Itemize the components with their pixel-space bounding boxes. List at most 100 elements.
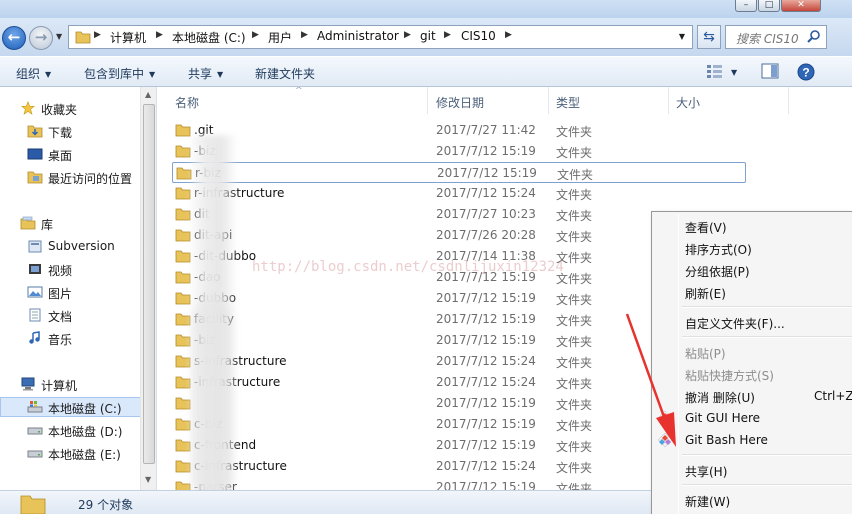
- preview-pane-icon[interactable]: [761, 63, 779, 79]
- file-type: 文件夹: [556, 146, 593, 160]
- chevron-down-icon: ▼: [45, 70, 52, 79]
- new-folder-button[interactable]: 新建文件夹: [255, 65, 315, 82]
- crumb-computer[interactable]: 计算机: [110, 29, 146, 46]
- desktop-icon: [27, 148, 43, 160]
- back-button[interactable]: ←: [2, 26, 26, 50]
- help-icon[interactable]: ?: [797, 63, 815, 81]
- file-row[interactable]: r-biz2017/7/12 15:19文件夹: [172, 162, 746, 183]
- nav-pictures-label: 图片: [48, 287, 73, 301]
- music-icon: [29, 331, 40, 344]
- search-input[interactable]: 搜索 CIS10: [725, 25, 827, 49]
- file-type: 文件夹: [556, 419, 593, 433]
- nav-videos-label: 视频: [48, 264, 73, 278]
- chevron-right-icon: ▶: [505, 30, 512, 40]
- folder-icon: [75, 31, 91, 44]
- file-row[interactable]: r-infrastructure 2017/7/12 15:24 文件夹: [172, 183, 782, 204]
- chevron-right-icon: ▶: [404, 30, 411, 40]
- minimize-button[interactable]: –: [735, 0, 757, 12]
- nav-music-label: 音乐: [48, 333, 73, 347]
- column-header-modified[interactable]: 修改日期: [428, 87, 549, 114]
- menu-separator: [682, 336, 852, 338]
- file-type: 文件夹: [556, 461, 593, 475]
- file-row[interactable]: .git 2017/7/27 11:42 文件夹: [172, 120, 782, 141]
- column-name-label: 名称: [175, 96, 200, 110]
- recent-places-icon: [27, 171, 43, 184]
- organize-button[interactable]: 组织 ▼: [16, 65, 51, 82]
- redaction-blur: [192, 300, 232, 500]
- file-type: 文件夹: [556, 335, 593, 349]
- drive-icon: [27, 450, 43, 458]
- file-type: 文件夹: [556, 230, 593, 244]
- chevron-right-icon: ▶: [156, 30, 163, 40]
- library-icon: [20, 216, 36, 230]
- share-button[interactable]: 共享 ▼: [188, 65, 223, 82]
- maximize-button[interactable]: □: [758, 0, 780, 12]
- nav-favorites-label: 收藏夹: [41, 103, 78, 117]
- nav-computer-label: 计算机: [41, 379, 78, 393]
- address-history-dropdown[interactable]: ▼: [679, 32, 685, 41]
- file-type: 文件夹: [557, 168, 594, 182]
- refresh-button[interactable]: ⇆: [697, 25, 721, 49]
- sort-ascending-icon: ^: [295, 87, 303, 96]
- menu-item-share[interactable]: 共享(H): [685, 463, 727, 480]
- chevron-right-icon: ▶: [444, 30, 451, 40]
- nav-recent-label: 最近访问的位置: [48, 172, 133, 186]
- view-options-icon[interactable]: [706, 63, 724, 79]
- file-modified-date: 2017/7/12 15:19: [437, 166, 537, 180]
- menu-separator: [682, 454, 852, 456]
- file-type: 文件夹: [556, 125, 593, 139]
- crumb-users[interactable]: 用户: [268, 29, 292, 46]
- back-arrow-icon: ←: [7, 28, 21, 46]
- file-modified-date: 2017/7/12 15:19: [436, 417, 536, 431]
- menu-item-sort-by[interactable]: 排序方式(O): [685, 241, 752, 258]
- column-header-name[interactable]: ^ 名称: [157, 87, 428, 114]
- crumb-administrator[interactable]: Administrator: [317, 29, 399, 43]
- chevron-right-icon: ▶: [252, 30, 259, 40]
- nav-drive-c-label: 本地磁盘 (C:): [48, 402, 122, 416]
- search-icon: [807, 30, 820, 43]
- column-header-type[interactable]: 类型: [549, 87, 669, 114]
- menu-item-new[interactable]: 新建(W): [685, 493, 730, 510]
- recent-pages-dropdown[interactable]: ▼: [56, 32, 62, 41]
- subversion-library-icon: [28, 240, 42, 253]
- star-icon: [21, 101, 35, 115]
- file-type: 文件夹: [556, 293, 593, 307]
- scroll-up-icon[interactable]: ▲: [145, 90, 151, 99]
- nav-downloads-label: 下载: [48, 126, 73, 140]
- menu-item-view[interactable]: 查看(V): [685, 219, 727, 236]
- crumb-git[interactable]: git: [420, 29, 436, 43]
- item-count: 29 个对象: [78, 498, 134, 512]
- file-type: 文件夹: [556, 482, 593, 490]
- nav-drive-d-label: 本地磁盘 (D:): [48, 425, 123, 439]
- file-modified-date: 2017/7/12 15:19: [436, 438, 536, 452]
- include-in-library-label: 包含到库中: [84, 67, 145, 81]
- forward-button[interactable]: →: [29, 26, 53, 50]
- column-header-size[interactable]: 大小: [669, 87, 789, 114]
- navigation-pane: 收藏夹 下载 桌面 最近访问的位置 库 Subversion 视频 图片 文档 …: [0, 87, 157, 490]
- chevron-down-icon: ▼: [149, 70, 156, 79]
- crumb-cis10[interactable]: CIS10: [461, 29, 496, 43]
- file-modified-date: 2017/7/12 15:19: [436, 144, 536, 158]
- file-row[interactable]: -biz2017/7/12 15:19文件夹: [172, 141, 782, 162]
- file-modified-date: 2017/7/12 15:24: [436, 459, 536, 473]
- file-type: 文件夹: [556, 188, 593, 202]
- view-dropdown[interactable]: ▼: [731, 68, 737, 77]
- drive-icon: [27, 427, 43, 435]
- nav-desktop-label: 桌面: [48, 149, 73, 163]
- video-icon: [29, 264, 41, 274]
- downloads-folder-icon: [27, 125, 43, 138]
- close-button[interactable]: ✕: [781, 0, 821, 12]
- forward-arrow-icon: →: [34, 28, 48, 46]
- scroll-down-icon[interactable]: ▼: [145, 475, 151, 484]
- include-in-library-button[interactable]: 包含到库中 ▼: [84, 65, 155, 82]
- menu-item-group-by[interactable]: 分组依据(P): [685, 263, 750, 280]
- system-drive-icon: [27, 401, 43, 413]
- menu-separator: [682, 484, 852, 486]
- scroll-thumb[interactable]: [143, 104, 155, 464]
- file-type: 文件夹: [556, 356, 593, 370]
- address-bar[interactable]: ▶ 计算机 ▶ 本地磁盘 (C:) ▶ 用户 ▶ Administrator ▶…: [68, 25, 693, 49]
- nav-libraries-label: 库: [41, 218, 54, 232]
- svg-text:?: ?: [802, 66, 809, 80]
- crumb-drive-c[interactable]: 本地磁盘 (C:): [172, 29, 246, 46]
- navigation-scrollbar[interactable]: ▲ ▼: [140, 87, 156, 490]
